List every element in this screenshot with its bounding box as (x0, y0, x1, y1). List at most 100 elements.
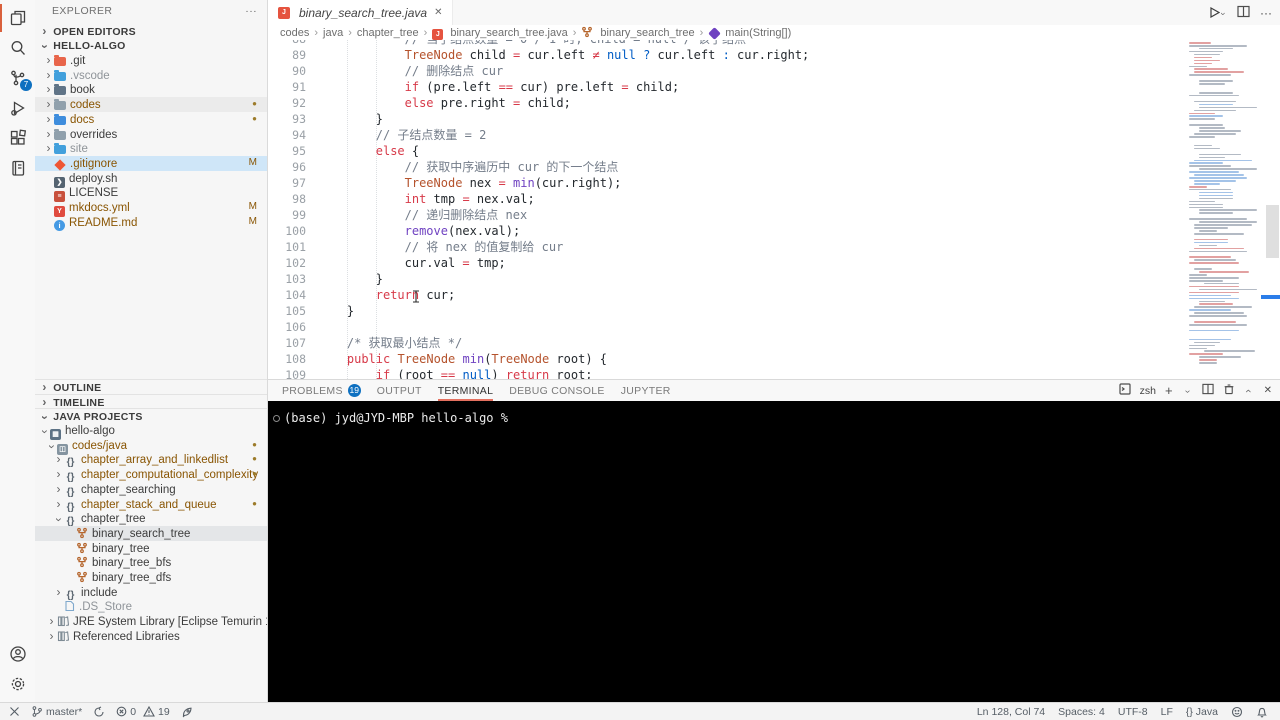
explorer-more-actions-icon[interactable]: ··· (245, 0, 257, 22)
panel-tab-output[interactable]: OUTPUT (377, 380, 422, 401)
code-line-89[interactable]: 89TreeNode child = cur.left ≠ null ? cur… (268, 47, 1185, 63)
bell-icon[interactable] (1256, 706, 1268, 718)
code-line-96[interactable]: 96// 获取中序遍历中 cur 的下一个结点 (268, 159, 1185, 175)
code-line-105[interactable]: 105} (268, 303, 1185, 319)
breadcrumb-item[interactable]: java (323, 27, 343, 39)
panel-tab-jupyter[interactable]: JUPYTER (621, 380, 671, 401)
account-icon[interactable] (0, 639, 35, 669)
scrollbar-thumb[interactable] (1266, 205, 1279, 258)
java-projects-section[interactable]: › JAVA PROJECTS (35, 408, 267, 424)
new-terminal-icon[interactable]: + (1165, 383, 1173, 398)
tree-item-chapter_stack_and_queue[interactable]: ›{}chapter_stack_and_queue● (35, 497, 267, 512)
close-panel-icon[interactable]: ✕ (1264, 385, 1272, 396)
tree-item-binary_tree_dfs[interactable]: ›binary_tree_dfs (35, 570, 267, 585)
code-line-95[interactable]: 95else { (268, 143, 1185, 159)
breadcrumb-item[interactable]: binary_search_tree (581, 26, 694, 39)
open-editors-section[interactable]: › OPEN EDITORS (35, 24, 267, 39)
search-icon[interactable] (0, 33, 35, 63)
status-item[interactable]: LF (1161, 706, 1173, 718)
tree-item-include[interactable]: ›{}include (35, 585, 267, 600)
tree-item-codes[interactable]: ›codes● (35, 97, 267, 112)
tree-item-chapter_tree[interactable]: ›{}chapter_tree (35, 511, 267, 526)
code-line-99[interactable]: 99// 递归删除结点 nex (268, 207, 1185, 223)
tree-item-overrides[interactable]: ›overrides (35, 127, 267, 142)
code-line-92[interactable]: 92else pre.right = child; (268, 95, 1185, 111)
run-debug-icon[interactable] (0, 93, 35, 123)
panel-tab-problems[interactable]: PROBLEMS19 (282, 380, 361, 401)
status-item[interactable]: UTF-8 (1118, 706, 1148, 718)
timeline-section[interactable]: › TIMELINE (35, 394, 267, 410)
status-item[interactable]: Ln 128, Col 74 (977, 706, 1045, 718)
code-line-104[interactable]: 104return cur; (268, 287, 1185, 303)
code-line-100[interactable]: 100remove(nex.val); (268, 223, 1185, 239)
code-line-98[interactable]: 98int tmp = nex.val; (268, 191, 1185, 207)
shell-selector[interactable]: zsh (1140, 385, 1156, 397)
tab-binary-search-tree[interactable]: J binary_search_tree.java ✕ (268, 0, 453, 25)
notebook-icon[interactable] (0, 153, 35, 183)
tree-item-hello-algo[interactable]: ›▦hello-algo (35, 423, 267, 438)
tree-item-LICENSE[interactable]: ›≡LICENSE (35, 185, 267, 200)
split-editor-icon[interactable] (1237, 5, 1250, 21)
tree-item-book[interactable]: ›book (35, 82, 267, 97)
tree-item-.gitignore[interactable]: ›.gitignoreM (35, 156, 267, 171)
project-root-section[interactable]: › HELLO-ALGO (35, 38, 267, 53)
maximize-panel-icon[interactable]: › (1242, 385, 1254, 396)
rocket-icon[interactable] (181, 706, 193, 718)
tree-item-binary_tree_bfs[interactable]: ›binary_tree_bfs (35, 555, 267, 570)
panel-tab-debug-console[interactable]: DEBUG CONSOLE (509, 380, 605, 401)
remote-indicator-icon[interactable] (9, 706, 20, 717)
status-item[interactable]: Spaces: 4 (1058, 706, 1105, 718)
breadcrumb-item[interactable]: Jbinary_search_tree.java (432, 25, 567, 40)
tree-item-.DS_Store[interactable]: ›.DS_Store (35, 599, 267, 614)
code-line-108[interactable]: 108public TreeNode min(TreeNode root) { (268, 351, 1185, 367)
code-line-107[interactable]: 107/* 获取最小结点 */ (268, 335, 1185, 351)
extensions-icon[interactable] (0, 123, 35, 153)
code-line-93[interactable]: 93} (268, 111, 1185, 127)
tree-item-deploy.sh[interactable]: ›❯deploy.sh (35, 171, 267, 186)
tree-item-ReferencedLibraries[interactable]: ›Referenced Libraries (35, 629, 267, 644)
tree-item-chapter_computational_complexity[interactable]: ›{}chapter_computational_complexity● (35, 467, 267, 482)
breadcrumb-item[interactable]: main(String[]) (708, 27, 791, 39)
code-line-94[interactable]: 94// 子结点数量 = 2 (268, 127, 1185, 143)
code-line-106[interactable]: 106 (268, 319, 1185, 335)
source-control-icon[interactable]: 7 (0, 63, 35, 93)
breadcrumb-item[interactable]: codes (280, 27, 309, 39)
tree-item-docs[interactable]: ›docs● (35, 112, 267, 127)
code-line-109[interactable]: 109if (root == null) return root; (268, 367, 1185, 379)
tree-item-chapter_array_and_linkedlist[interactable]: ›{}chapter_array_and_linkedlist● (35, 452, 267, 467)
terminal-dropdown-icon[interactable]: › (1182, 386, 1193, 397)
minimap[interactable] (1185, 42, 1265, 379)
code-line-90[interactable]: 90// 删除结点 cur (268, 63, 1185, 79)
tree-item-mkdocs.yml[interactable]: ›Ymkdocs.ymlM (35, 200, 267, 215)
split-terminal-icon[interactable] (1202, 383, 1214, 398)
tab-close-icon[interactable]: ✕ (434, 7, 442, 18)
feedback-icon[interactable] (1231, 706, 1243, 718)
tree-item-chapter_searching[interactable]: ›{}chapter_searching (35, 482, 267, 497)
run-button[interactable]: › (1209, 7, 1227, 18)
tree-item-JRESystemLibraryEclipseTemurin1717...[interactable]: ›JRE System Library [Eclipse Temurin 17 … (35, 614, 267, 629)
kill-terminal-icon[interactable] (1223, 383, 1235, 398)
panel-tab-terminal[interactable]: TERMINAL (438, 380, 494, 401)
tree-item-.vscode[interactable]: ›.vscode (35, 68, 267, 83)
problems-status[interactable]: 0 19 (116, 706, 170, 718)
tree-item-README.md[interactable]: ›iREADME.mdM (35, 215, 267, 230)
status-item[interactable]: {} Java (1186, 706, 1218, 718)
settings-gear-icon[interactable] (0, 669, 35, 699)
code-line-97[interactable]: 97TreeNode nex = min(cur.right); (268, 175, 1185, 191)
tree-item-binary_search_tree[interactable]: ›binary_search_tree (35, 526, 267, 541)
terminal-launch-icon[interactable] (1119, 383, 1131, 398)
tree-item-site[interactable]: ›site (35, 141, 267, 156)
code-line-101[interactable]: 101// 将 nex 的值复制给 cur (268, 239, 1185, 255)
code-line-91[interactable]: 91if (pre.left == cur) pre.left = child; (268, 79, 1185, 95)
tree-item-binary_tree[interactable]: ›binary_tree (35, 541, 267, 556)
tree-item-.git[interactable]: ›.git (35, 53, 267, 68)
code-line-102[interactable]: 102cur.val = tmp; (268, 255, 1185, 271)
run-dropdown-icon[interactable]: › (1219, 10, 1229, 17)
code-line-103[interactable]: 103} (268, 271, 1185, 287)
code-line-88[interactable]: 88// 当子结点数量 = 0 / 1 时, child = null / 该子… (268, 40, 1185, 47)
code-area[interactable]: 88// 当子结点数量 = 0 / 1 时, child = null / 该子… (268, 40, 1185, 379)
breadcrumb-item[interactable]: chapter_tree (357, 27, 419, 39)
editor-scrollbar[interactable] (1265, 0, 1280, 379)
git-branch-status[interactable]: master* (31, 705, 82, 718)
explorer-icon[interactable] (0, 3, 35, 33)
